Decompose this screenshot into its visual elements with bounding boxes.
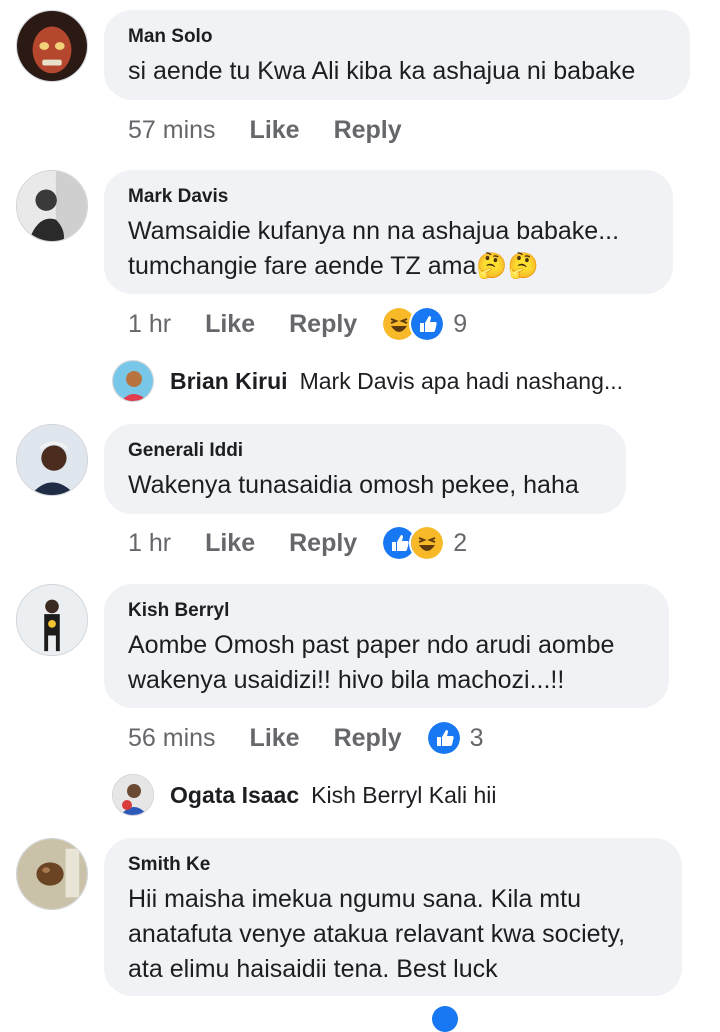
comment-bubble: Man Solo si aende tu Kwa Ali kiba ka ash… <box>104 10 690 100</box>
like-button[interactable]: Like <box>250 724 300 753</box>
comment-actions: 1 hr Like Reply 9 <box>128 306 467 342</box>
like-icon <box>409 306 446 342</box>
comment-author[interactable]: Generali Iddi <box>128 440 602 462</box>
like-button[interactable]: Like <box>250 116 300 145</box>
avatar-man-solo[interactable] <box>16 10 88 82</box>
comment-text: Wakenya tunasaidia omosh pekee, haha <box>128 471 579 499</box>
reaction-count: 9 <box>453 309 468 338</box>
comment-author[interactable]: Smith Ke <box>128 854 658 876</box>
comment-bubble: Kish Berryl Aombe Omosh past paper ndo a… <box>104 584 669 708</box>
reply-button[interactable]: Reply <box>334 724 402 753</box>
reply-text: Mark Davis apa hadi nashang... <box>299 367 624 394</box>
haha-icon <box>409 525 446 561</box>
reply-button[interactable]: Reply <box>289 529 357 558</box>
comment-author[interactable]: Mark Davis <box>128 186 649 208</box>
reaction-count: 2 <box>453 528 468 557</box>
reply-text: Kish Berryl Kali hii <box>311 781 497 808</box>
avatar-ogata-isaac[interactable] <box>112 774 154 816</box>
reply-preview[interactable]: Ogata Isaac Kish Berryl Kali hii <box>112 774 496 816</box>
avatar-generali-iddi[interactable] <box>16 424 88 496</box>
reply-button[interactable]: Reply <box>289 310 357 339</box>
comment-actions: 56 mins Like Reply 3 <box>128 720 484 756</box>
comment-time[interactable]: 57 mins <box>128 116 216 145</box>
reply-preview[interactable]: Brian Kirui Mark Davis apa hadi nashang.… <box>112 360 623 402</box>
comment-text: Hii maisha imekua ngumu sana. Kila mtu a… <box>128 885 626 983</box>
reaction-summary[interactable]: 2 <box>381 525 467 561</box>
avatar-brian-kirui[interactable] <box>112 360 154 402</box>
comment-time[interactable]: 1 hr <box>128 310 171 339</box>
reaction-count: 3 <box>469 723 484 752</box>
like-button[interactable]: Like <box>205 529 255 558</box>
avatar-mark-davis[interactable] <box>16 170 88 242</box>
avatar-kish-berryl[interactable] <box>16 584 88 656</box>
comment-time[interactable]: 1 hr <box>128 529 171 558</box>
avatar-smith-ke[interactable] <box>16 838 88 910</box>
like-icon <box>432 1006 458 1032</box>
comment-text: Wamsaidie kufanya nn na ashajua babake..… <box>128 217 620 280</box>
comment-bubble: Generali Iddi Wakenya tunasaidia omosh p… <box>104 424 626 514</box>
reply-author[interactable]: Brian Kirui <box>170 368 288 395</box>
reaction-summary[interactable]: 3 <box>425 720 484 756</box>
reply-button[interactable]: Reply <box>334 116 402 145</box>
reply-author[interactable]: Ogata Isaac <box>170 782 299 809</box>
comment-actions: 1 hr Like Reply 2 <box>128 525 467 561</box>
reaction-summary[interactable]: 9 <box>381 306 467 342</box>
like-icon <box>425 720 462 756</box>
comment-author[interactable]: Kish Berryl <box>128 600 645 622</box>
comment-bubble: Mark Davis Wamsaidie kufanya nn na ashaj… <box>104 170 673 294</box>
comment-bubble: Smith Ke Hii maisha imekua ngumu sana. K… <box>104 838 682 996</box>
comment-text: Aombe Omosh past paper ndo arudi aombe w… <box>128 631 615 694</box>
comment-time[interactable]: 56 mins <box>128 724 216 753</box>
comment-text: si aende tu Kwa Ali kiba ka ashajua ni b… <box>128 57 636 85</box>
like-button[interactable]: Like <box>205 310 255 339</box>
comment-actions: 57 mins Like Reply <box>128 113 436 147</box>
comment-author[interactable]: Man Solo <box>128 26 666 48</box>
